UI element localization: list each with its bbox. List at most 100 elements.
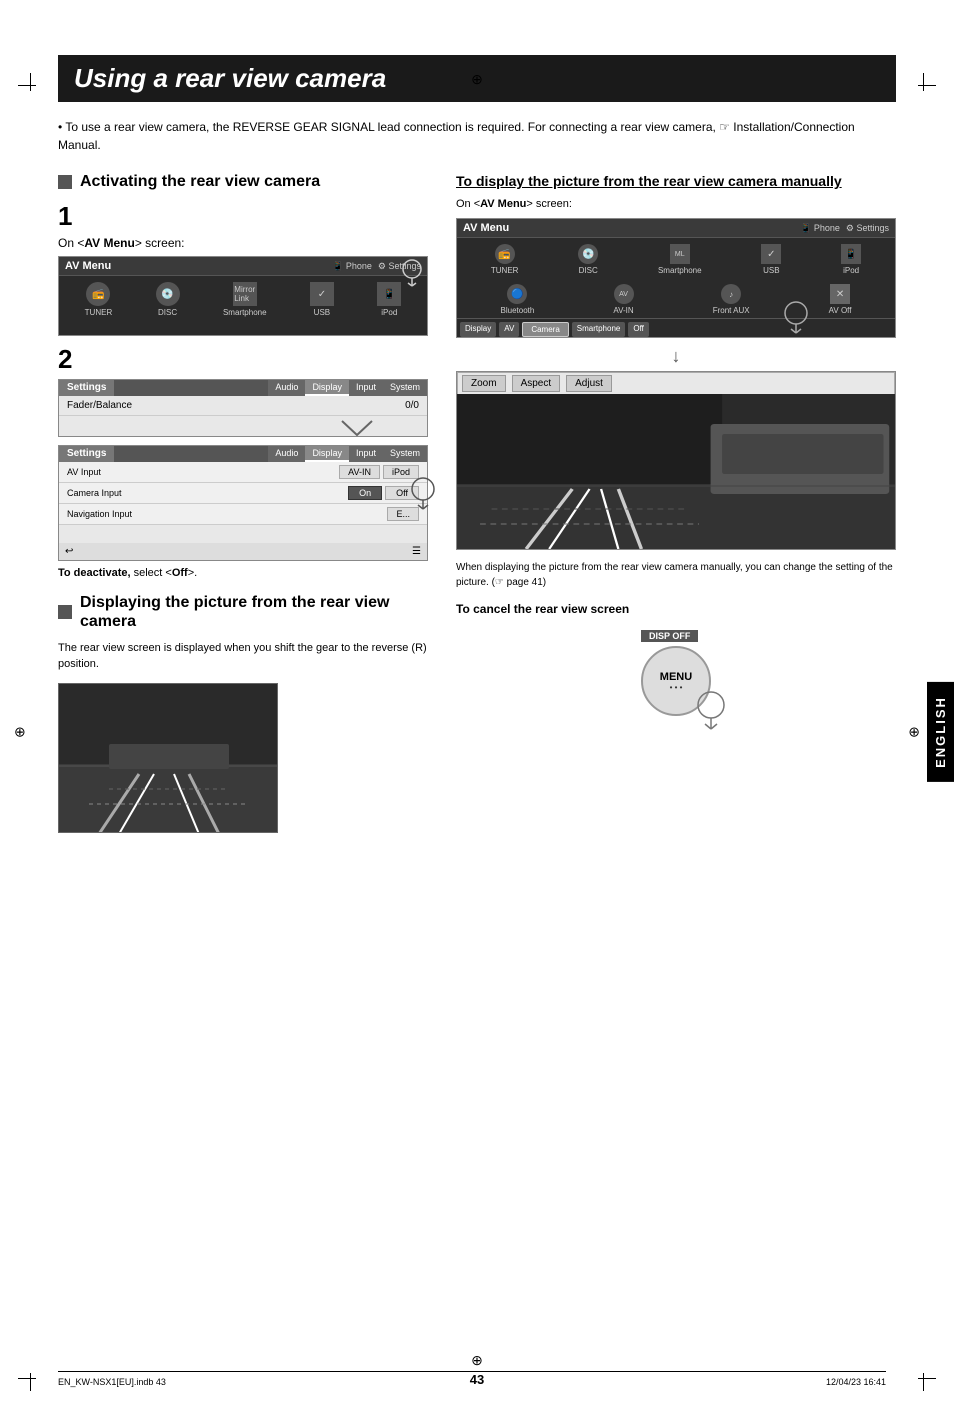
disc-icon-right: 💿 DISC	[578, 244, 598, 275]
zoom-toolbar: Zoom Aspect Adjust	[457, 372, 895, 394]
usb-icon-right: ✓ USB	[761, 244, 781, 275]
camera-caption: When displaying the picture from the rea…	[456, 560, 896, 590]
settings-icon-right: ⚙ Settings	[846, 223, 889, 234]
settings-label2: Settings	[59, 446, 114, 462]
step2-num: 2	[58, 344, 428, 375]
adjust-btn[interactable]: Adjust	[566, 375, 612, 392]
av-in-icon-right: AV AV-IN	[613, 284, 633, 315]
section2-title: Displaying the picture from the rear vie…	[80, 593, 428, 631]
settings-footer: ↩ ☰	[59, 543, 427, 560]
menu-button-text: MENU	[660, 671, 692, 683]
section2: Displaying the picture from the rear vie…	[58, 593, 428, 832]
right-camera-image	[457, 394, 895, 549]
tuner-icon-right: 📻 TUNER	[491, 244, 519, 275]
back-btn[interactable]: ↩	[65, 546, 73, 557]
settings-label1: Settings	[59, 380, 114, 396]
av-off-icon-right: ✕ AV Off	[829, 284, 852, 315]
right-column: To display the picture from the rear vie…	[456, 172, 896, 833]
bottom-crosshair: ⊕	[471, 1352, 483, 1369]
camera-input-label: Camera Input	[67, 488, 348, 498]
av-bottom-row-right: Display AV Camera Smartphone Off	[457, 318, 895, 338]
audio-tab2: Audio	[268, 446, 305, 462]
main-content: Using a rear view camera • To use a rear…	[58, 55, 896, 833]
menu-button-wrap: DISP OFF MENU • • •	[456, 626, 896, 716]
step2: 2 Settings Audio Display Input System Fa…	[58, 344, 428, 561]
section-box-icon	[58, 175, 72, 189]
input-tab2: Input	[349, 446, 383, 462]
usb-icon: ✓ USB	[310, 282, 334, 317]
tuner-icon: 📻 TUNER	[85, 282, 113, 317]
touch-hand-av-icon	[782, 301, 810, 335]
page-number: 43	[470, 1372, 484, 1387]
intro-ref-icon: ☞	[719, 120, 733, 134]
av-input-row: AV Input AV-IN iPod	[59, 462, 427, 483]
step1: 1 On <AV Menu> screen: AV Menu 📱 Phone ⚙…	[58, 201, 428, 336]
manual-display-heading: To display the picture from the rear vie…	[456, 172, 896, 190]
menu-button-container: DISP OFF MENU • • •	[641, 626, 711, 716]
touch-hand-camera-icon	[409, 477, 437, 511]
settings-screen2: Settings Audio Display Input System AV I…	[58, 445, 428, 561]
ipod-icon: 📱 iPod	[377, 282, 401, 317]
rear-camera-image-left	[58, 683, 278, 833]
camera-input-row: Camera Input On Off	[59, 483, 427, 504]
aspect-btn[interactable]: Aspect	[512, 375, 561, 392]
ipod-icon-right: 📱 iPod	[841, 244, 861, 275]
disp-off-label: DISP OFF	[641, 630, 698, 642]
section2-box-icon	[58, 605, 72, 619]
front-aux-icon-right: ♪ Front AUX	[713, 284, 750, 315]
arrow-region	[59, 416, 427, 436]
left-crosshair: ⊕	[14, 724, 26, 741]
touch-hand-icon	[401, 259, 423, 287]
smartphone-bottom-btn[interactable]: Smartphone	[572, 322, 626, 337]
display-tab1: Display	[305, 380, 349, 396]
system-tab1: System	[383, 380, 427, 396]
display-tab2: Display	[305, 446, 349, 462]
arrow-down-icon	[337, 418, 377, 438]
audio-tab1: Audio	[268, 380, 305, 396]
settings-spacer	[59, 525, 427, 543]
section2-heading: Displaying the picture from the rear vie…	[58, 593, 428, 631]
right-crosshair: ⊕	[908, 724, 920, 741]
footer-right: 12/04/23 16:41	[826, 1377, 886, 1387]
cancel-heading: To cancel the rear view screen	[456, 602, 896, 616]
step1-num: 1	[58, 201, 428, 232]
fader-label: Fader/Balance	[67, 400, 132, 411]
av-bottom-btn[interactable]: AV	[499, 322, 519, 337]
zoom-btn[interactable]: Zoom	[462, 375, 506, 392]
camera-bottom-btn[interactable]: Camera	[522, 322, 568, 337]
intro-text: • To use a rear view camera, the REVERSE…	[58, 118, 896, 154]
av-input-label: AV Input	[67, 467, 339, 477]
phone-icon-right: 📱 Phone	[800, 223, 840, 234]
section1-heading: Activating the rear view camera	[58, 172, 428, 191]
menu-button-dots: • • •	[670, 683, 683, 692]
fader-value: 0/0	[405, 400, 419, 411]
language-tab: ENGLISH	[927, 682, 954, 782]
menu-btn[interactable]: ☰	[412, 546, 421, 557]
av-in-btn: AV-IN	[339, 465, 380, 479]
display-bottom-btn[interactable]: Display	[460, 322, 496, 337]
section1-title: Activating the rear view camera	[80, 172, 320, 191]
smartphone-icon: MirrorLink Smartphone	[223, 282, 267, 317]
off-bottom-btn[interactable]: Off	[628, 322, 649, 337]
two-col-layout: Activating the rear view camera 1 On <AV…	[58, 172, 896, 833]
ui-header: AV Menu 📱 Phone ⚙ Settings	[59, 257, 427, 276]
av-icons-row-right-1: 📻 TUNER 💿 DISC ML Smartphone ✓ USB	[457, 238, 895, 281]
top-crosshair: ⊕	[471, 71, 483, 88]
arrow-connector: ↓	[456, 346, 896, 367]
intro-main: To use a rear view camera, the REVERSE G…	[65, 120, 716, 134]
step1-instruction: On <AV Menu> screen:	[58, 236, 428, 250]
av-menu-screen-step1: AV Menu 📱 Phone ⚙ Settings	[58, 256, 428, 336]
av-icons-row-right-2: 🔵 Bluetooth AV AV-IN ♪ Front AUX ✕ AV Of…	[457, 281, 895, 318]
av-menu-screen-right-top: AV Menu 📱 Phone ⚙ Settings 📻 TUNER 💿 DIS…	[456, 218, 896, 338]
smartphone-icon-right: ML Smartphone	[658, 244, 702, 275]
ui-header-title: AV Menu	[65, 260, 111, 272]
rear-view-text: The rear view screen is displayed when y…	[58, 640, 428, 673]
av-menu-header-right: AV Menu 📱 Phone ⚙ Settings	[457, 219, 895, 238]
right-camera-wrap: Zoom Aspect Adjust	[456, 371, 896, 550]
on-btn[interactable]: On	[348, 486, 382, 500]
left-column: Activating the rear view camera 1 On <AV…	[58, 172, 428, 833]
rear-camera-svg-left	[59, 684, 277, 832]
settings-screen1: Settings Audio Display Input System Fade…	[58, 379, 428, 437]
touch-hand-menu-icon	[696, 691, 736, 731]
deactivate-note: To deactivate, select <Off>.	[58, 567, 428, 579]
